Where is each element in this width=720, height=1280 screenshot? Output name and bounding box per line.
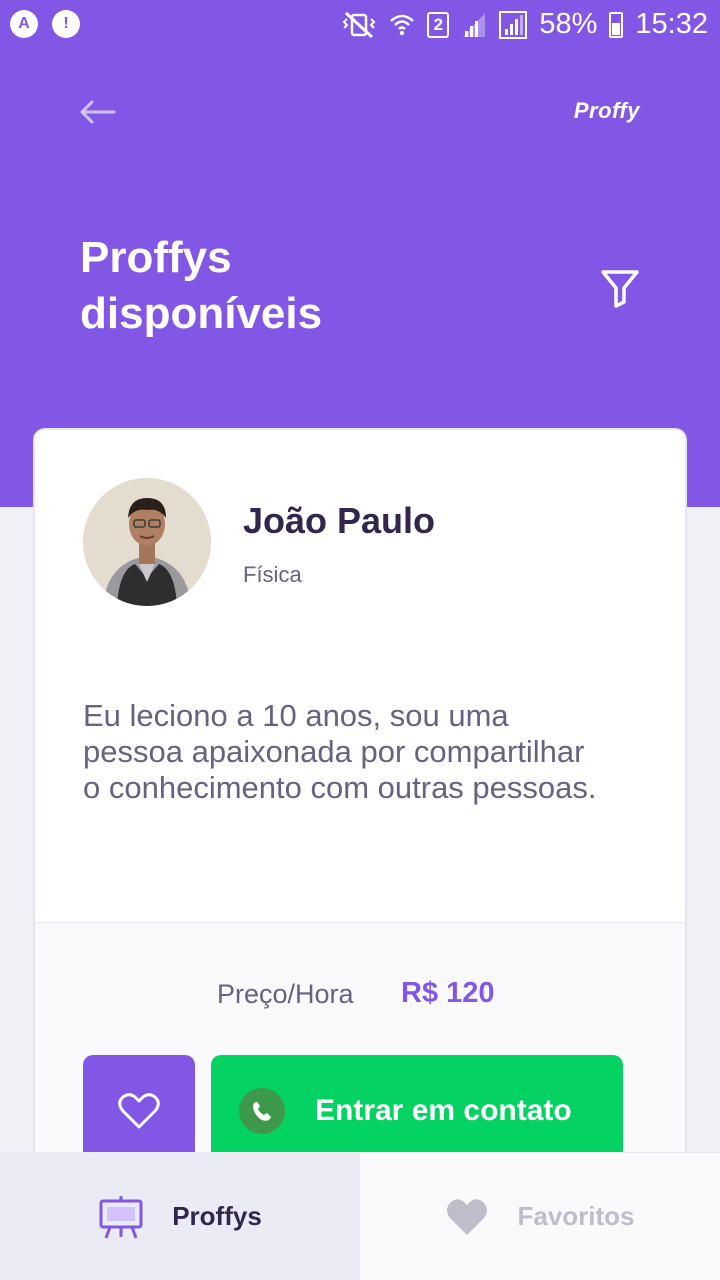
filter-icon[interactable]: [598, 266, 642, 310]
signal-icon: [463, 12, 486, 37]
avatar: [83, 478, 211, 606]
favorite-button[interactable]: [83, 1055, 195, 1167]
status-bar: A ! 2 58% 15:32: [0, 0, 720, 52]
wifi-icon: [390, 14, 415, 35]
signal-secondary-icon: [499, 10, 528, 39]
battery-icon: [609, 11, 624, 38]
avatar-photo: [83, 478, 211, 606]
price-value: R$ 120: [401, 977, 495, 1009]
clock: 15:32: [635, 8, 708, 40]
teacher-name: João Paulo: [243, 500, 436, 541]
data-alert-icon: !: [52, 10, 80, 38]
heart-icon: [447, 1198, 488, 1235]
tab-favoritos-label: Favoritos: [517, 1201, 635, 1231]
teacher-card: João Paulo Física Eu leciono a 10 anos, …: [33, 428, 687, 1188]
page-title: Proffys disponíveis: [80, 233, 323, 338]
easel-icon: [99, 1195, 143, 1239]
heart-outline-icon: [118, 1093, 160, 1129]
card-footer: Preço/Hora R$ 120 Entrar em contato: [35, 922, 685, 1186]
app-notification-icon: A: [10, 10, 38, 38]
whatsapp-icon: [239, 1088, 285, 1134]
contact-button[interactable]: Entrar em contato: [211, 1055, 623, 1167]
back-arrow-icon[interactable]: [78, 92, 118, 132]
price-label: Preço/Hora: [217, 979, 354, 1009]
tab-favoritos[interactable]: Favoritos: [360, 1153, 720, 1280]
status-right: 2 58% 15:32: [341, 8, 708, 41]
vibrate-mute-icon: [342, 11, 376, 38]
contact-label: Entrar em contato: [315, 1094, 572, 1127]
sim-slot-icon: 2: [427, 11, 450, 38]
brand-logo: Proffy: [573, 98, 640, 123]
teacher-subject: Física: [243, 562, 302, 587]
status-left: A !: [10, 10, 80, 38]
tab-proffys-label: Proffys: [172, 1201, 262, 1231]
tab-proffys[interactable]: Proffys: [0, 1153, 360, 1280]
battery-percent: 58%: [539, 8, 598, 40]
bottom-tab-bar: Proffys Favoritos: [0, 1152, 720, 1280]
teacher-bio: Eu leciono a 10 anos, sou uma pessoa apa…: [83, 698, 597, 805]
